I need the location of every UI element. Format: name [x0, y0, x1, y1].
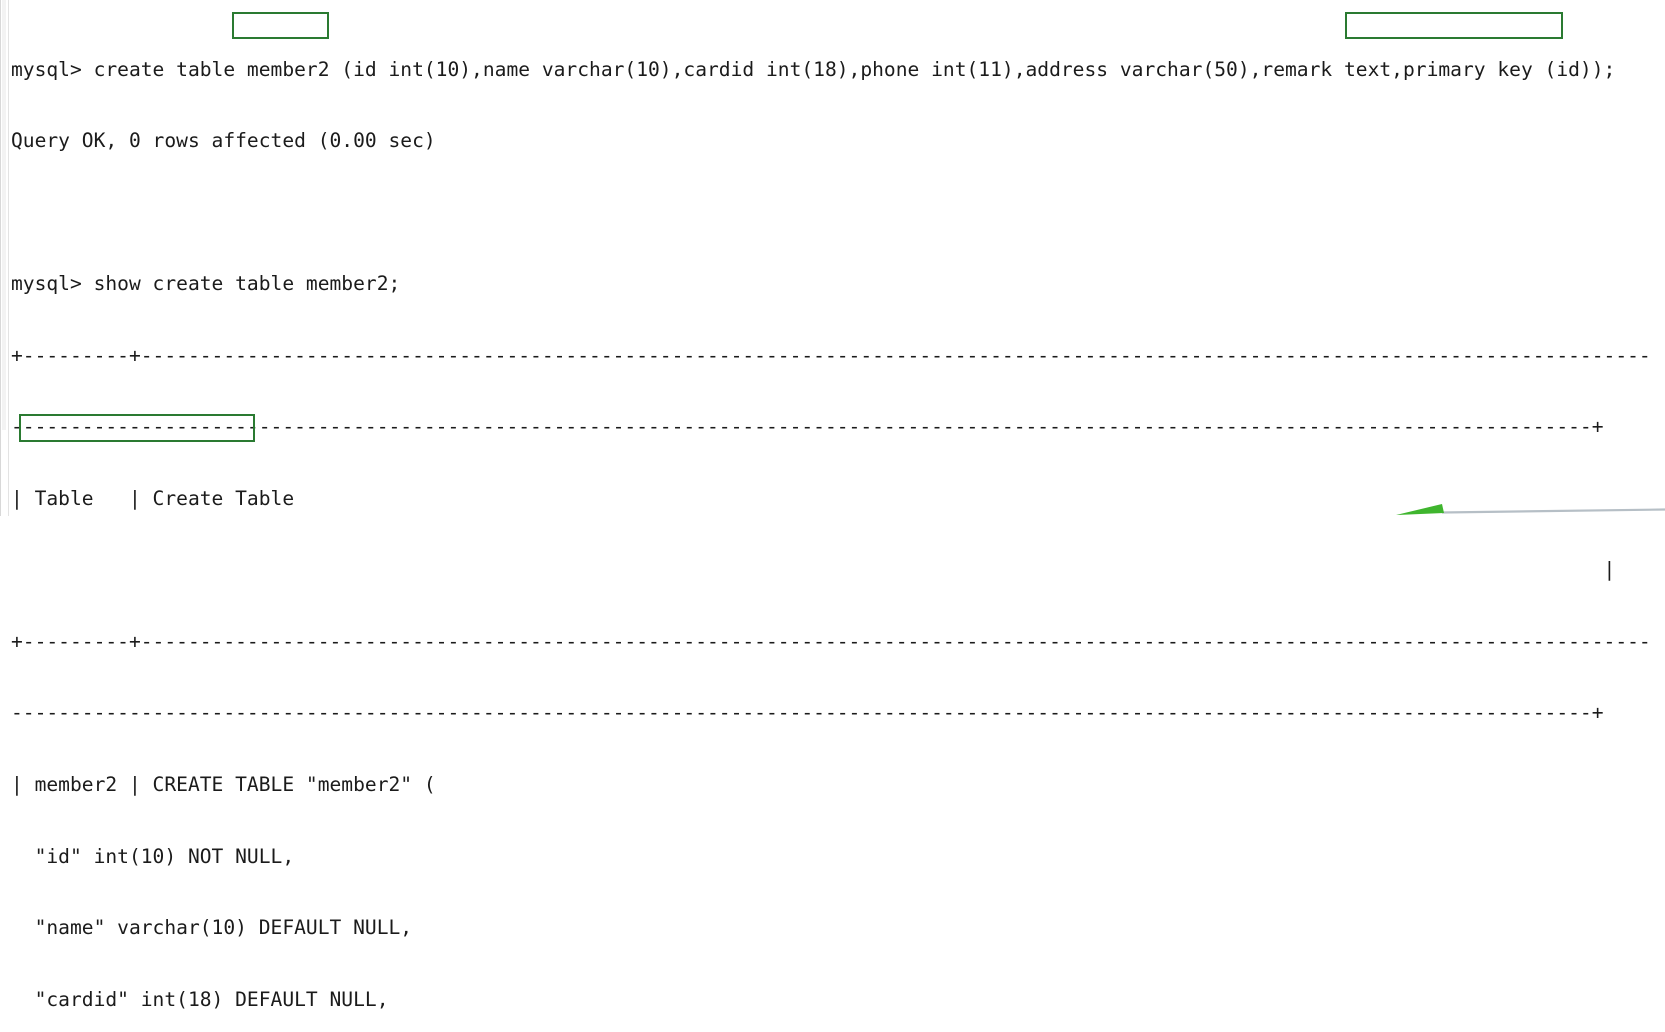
terminal-line-column-headers: | Table | Create Table [11, 486, 295, 510]
terminal-line-column-cardid: "cardid" int(18) DEFAULT NULL, [11, 987, 389, 1011]
terminal-line-separator-mid: +---------+-----------------------------… [11, 629, 1651, 653]
terminal-line-row-create-table-header: | member2 | CREATE TABLE "member2" ( [11, 773, 436, 796]
terminal-line-separator-top: +---------+-----------------------------… [11, 343, 1651, 367]
terminal-line-column-name: "name" varchar(10) DEFAULT NULL, [11, 916, 413, 940]
terminal-line-command-show-create-table: mysql> show create table member2; [11, 272, 401, 296]
terminal-line-column-headers-wrap: | [11, 558, 1616, 582]
terminal-window: mysql> create table member2 (id int(10),… [0, 0, 1665, 1011]
window-left-gutter [0, 0, 9, 516]
terminal-line-separator-top-wrap: ----------------------------------------… [11, 415, 1604, 439]
terminal-output[interactable]: mysql> create table member2 (id int(10),… [11, 10, 1665, 1032]
terminal-line-query-ok: Query OK, 0 rows affected (0.00 sec) [11, 129, 436, 153]
scrollbar-thumb[interactable] [2, 0, 6, 430]
terminal-line-command-create-table: mysql> create table member2 (id int(10),… [11, 57, 1616, 81]
terminal-line-column-id: "id" int(10) NOT NULL, [11, 844, 295, 868]
terminal-line-separator-mid-wrap: ----------------------------------------… [11, 701, 1604, 725]
